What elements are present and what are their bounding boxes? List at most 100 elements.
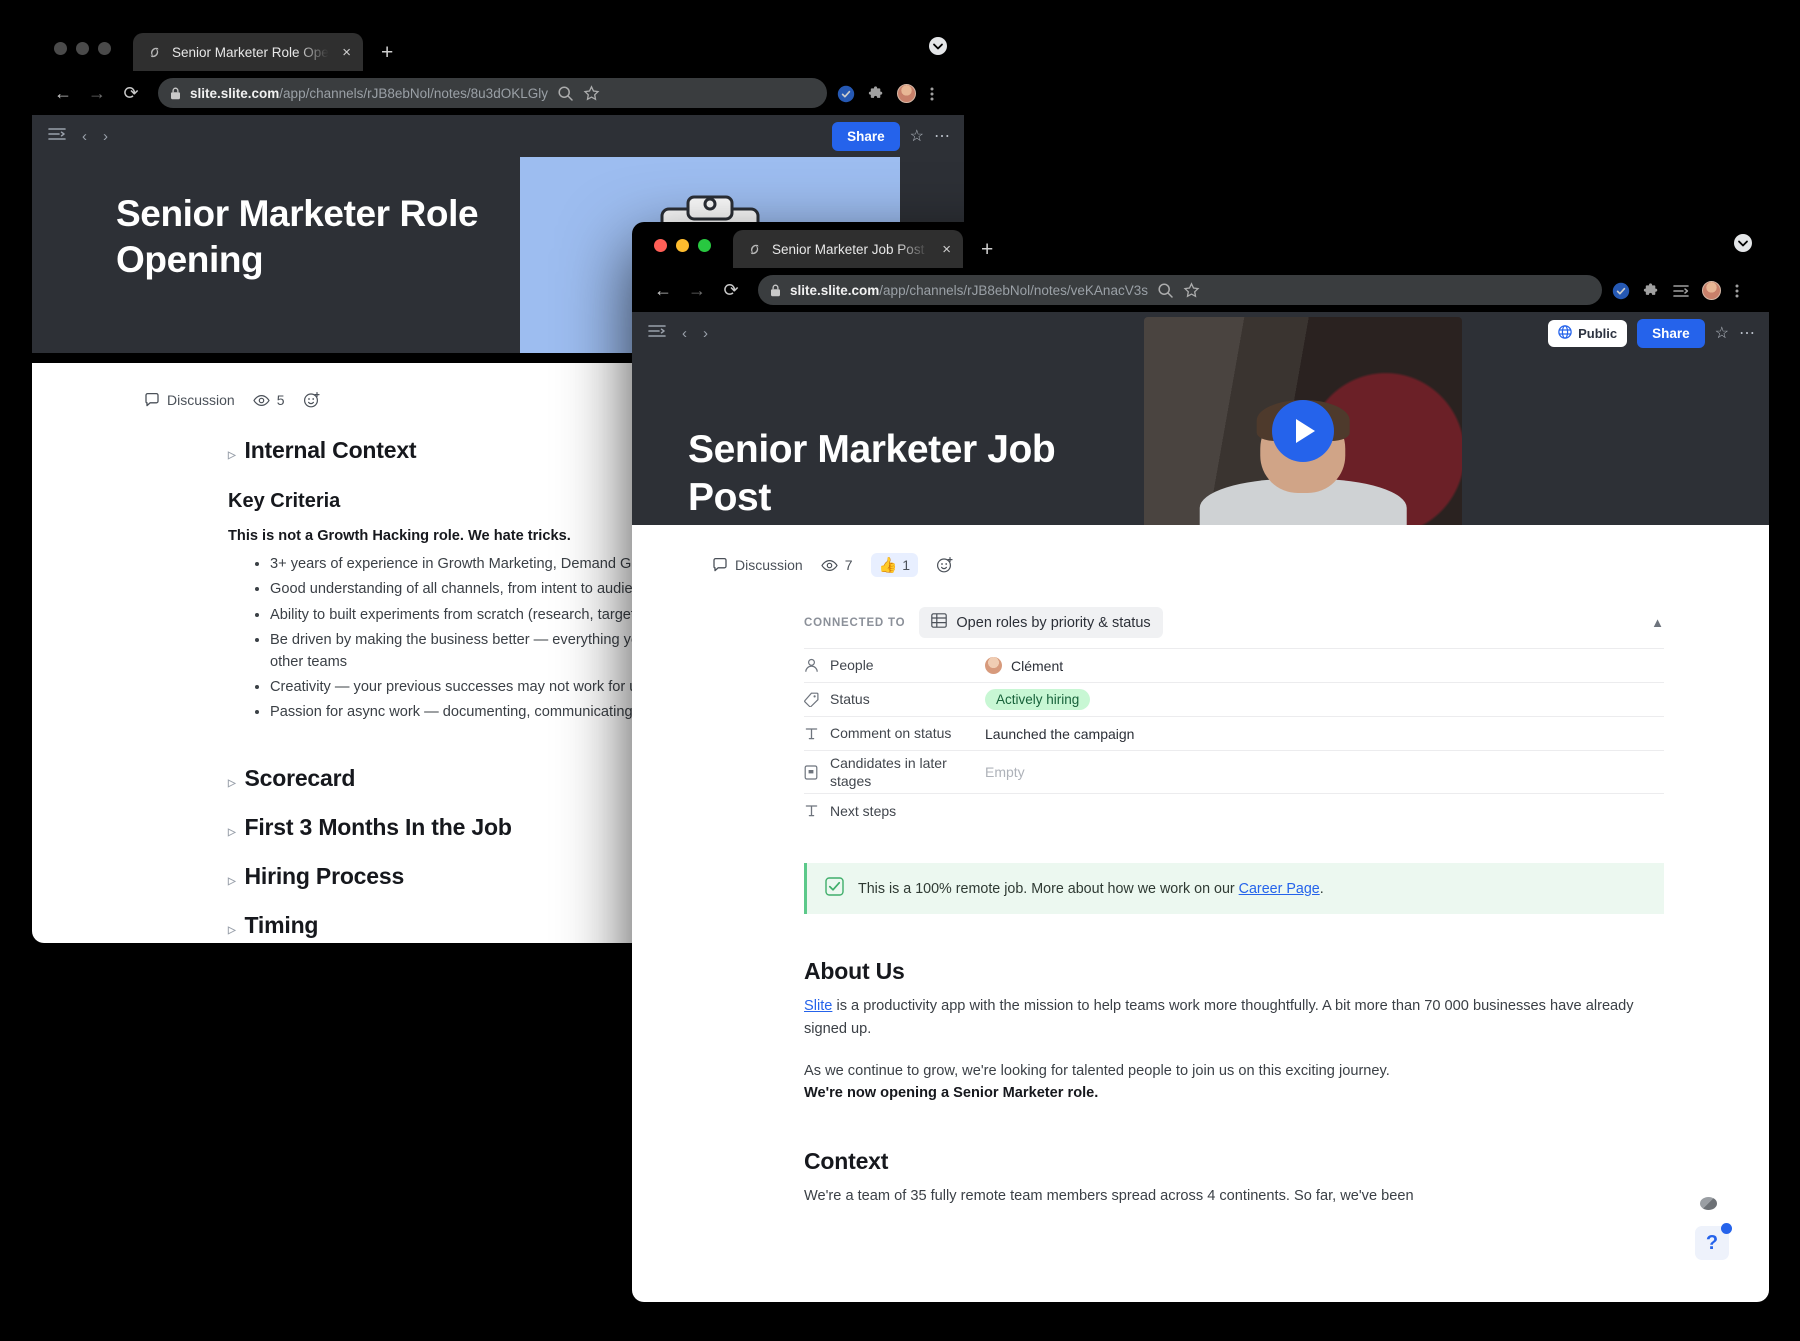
connected-to-chip[interactable]: Open roles by priority & status (919, 607, 1163, 638)
window-controls-back[interactable] (54, 25, 111, 71)
property-row-candidates-in-later-stages[interactable]: Candidates in later stages Empty (804, 750, 1664, 793)
add-reaction-icon (936, 557, 953, 573)
nav-forward-icon[interactable]: › (103, 128, 108, 145)
about-us-paragraph-2: As we continue to grow, we're looking fo… (804, 1060, 1664, 1104)
browser-tab[interactable]: Senior Marketer Job Post - Tal × (733, 230, 963, 268)
tab-list-menu-icon[interactable] (928, 36, 948, 61)
browser-window-front[interactable]: Senior Marketer Job Post - Tal × + ← → ⟳… (632, 222, 1769, 1302)
thumbs-up-reaction[interactable]: 👍 1 (870, 553, 918, 577)
share-button[interactable]: Share (1637, 318, 1705, 348)
public-badge[interactable]: Public (1548, 319, 1628, 347)
reload-button[interactable]: ⟳ (714, 281, 748, 299)
omnibox-icons-back (837, 83, 950, 103)
profile-avatar[interactable] (897, 83, 916, 103)
url-text: slite.slite.com/app/channels/rJB8ebNol/n… (190, 86, 548, 101)
doc-icon (804, 765, 830, 780)
nav-forward-icon[interactable]: › (703, 325, 708, 342)
maximize-window-dot[interactable] (698, 238, 711, 252)
eye-icon (253, 394, 270, 406)
section-heading-text: Internal Context (244, 437, 417, 463)
search-icon[interactable] (557, 85, 574, 102)
tab-list-menu-icon[interactable] (1733, 233, 1753, 258)
sidebar-toggle-icon[interactable] (48, 127, 66, 145)
bookmark-star-icon[interactable] (583, 84, 600, 102)
back-button[interactable]: ← (646, 281, 680, 299)
collapse-triangle-icon[interactable]: ▷ (228, 827, 236, 838)
collapse-triangle-icon[interactable]: ▷ (228, 450, 236, 461)
address-bar[interactable]: slite.slite.com/app/channels/rJB8ebNol/n… (758, 275, 1602, 305)
bookmark-star-icon[interactable] (1183, 281, 1200, 299)
avatar (985, 657, 1002, 674)
about-us-paragraph-1: Slite is a productivity app with the mis… (804, 995, 1664, 1039)
help-button[interactable]: ? (1695, 1223, 1732, 1260)
public-badge-label: Public (1578, 325, 1618, 341)
property-row-next-steps[interactable]: Next steps (804, 793, 1664, 827)
minimize-window-dot[interactable] (76, 41, 89, 55)
career-page-link[interactable]: Career Page (1239, 881, 1320, 897)
more-options-icon[interactable]: ⋯ (1739, 323, 1755, 343)
reaction-count: 1 (902, 557, 910, 573)
context-heading: Context (804, 1148, 889, 1175)
doc-title: Senior Marketer Role Opening (116, 193, 479, 281)
subsection-heading-text: Key Criteria (228, 490, 341, 512)
extensions-puzzle-icon[interactable] (867, 85, 884, 102)
nav-back-icon[interactable]: ‹ (82, 128, 87, 145)
extension-blue-icon[interactable] (837, 85, 855, 102)
discussion-button[interactable]: Discussion (712, 557, 803, 573)
close-tab-icon[interactable]: × (342, 45, 351, 60)
video-player[interactable] (1144, 317, 1462, 545)
extensions-puzzle-icon[interactable] (1642, 282, 1659, 299)
app-nav-back: ‹ › (48, 127, 108, 145)
close-tab-icon[interactable]: × (942, 242, 951, 257)
help-label: ? (1705, 1231, 1719, 1254)
new-tab-button[interactable]: + (981, 239, 993, 260)
close-window-dot[interactable] (654, 238, 667, 252)
chrome-menu-icon[interactable] (929, 85, 946, 102)
minimize-window-dot[interactable] (676, 238, 689, 252)
collapse-triangle-icon[interactable]: ▷ (228, 925, 236, 936)
browser-tab[interactable]: Senior Marketer Role Opening × (133, 33, 363, 71)
discussion-button[interactable]: Discussion (144, 392, 235, 408)
remote-job-callout: This is a 100% remote job. More about ho… (804, 863, 1664, 915)
play-button-icon[interactable] (1272, 400, 1334, 462)
favorite-star-icon[interactable]: ☆ (1715, 323, 1729, 343)
collapse-triangle-icon[interactable]: ▷ (228, 778, 236, 789)
tag-icon (804, 692, 830, 707)
play-triangle (1296, 419, 1315, 443)
address-bar[interactable]: slite.slite.com/app/channels/rJB8ebNol/n… (158, 78, 827, 108)
maximize-window-dot[interactable] (98, 41, 111, 55)
browser-chrome-back: Senior Marketer Role Opening × + ← → ⟳ s… (32, 25, 964, 115)
add-reaction-button[interactable] (936, 556, 954, 574)
favorite-star-icon[interactable]: ☆ (910, 126, 924, 146)
url-path: /app/channels/rJB8ebNol/notes/8u3dOKLGly (279, 85, 548, 101)
property-row-people[interactable]: People Clément (804, 648, 1664, 682)
reading-list-icon[interactable] (1672, 282, 1689, 299)
collapse-properties-icon[interactable]: ▲ (1651, 607, 1664, 630)
back-button[interactable]: ← (46, 84, 80, 102)
sidebar-toggle-icon[interactable] (648, 324, 666, 342)
doc-body-front: Discussion 7 👍 1 CONNECTED TO Open roles… (632, 525, 1769, 1302)
cookie-settings-icon[interactable] (1700, 1197, 1717, 1210)
property-key: Status (830, 691, 870, 708)
forward-button[interactable]: → (80, 84, 114, 102)
property-key: Comment on status (830, 725, 952, 742)
properties-table: People Clément Status Actively hiring Co… (804, 648, 1664, 827)
property-row-status[interactable]: Status Actively hiring (804, 682, 1664, 716)
more-options-icon[interactable]: ⋯ (934, 126, 950, 146)
reload-button[interactable]: ⟳ (114, 84, 148, 102)
collapse-triangle-icon[interactable]: ▷ (228, 876, 236, 887)
window-controls-front[interactable] (654, 222, 711, 268)
share-button[interactable]: Share (832, 121, 900, 151)
forward-button[interactable]: → (680, 281, 714, 299)
close-window-dot[interactable] (54, 41, 67, 55)
add-reaction-button[interactable] (303, 391, 321, 409)
section-heading-text: Timing (244, 912, 319, 939)
new-tab-button[interactable]: + (381, 42, 393, 63)
profile-avatar[interactable] (1702, 280, 1721, 300)
nav-back-icon[interactable]: ‹ (682, 325, 687, 342)
chrome-menu-icon[interactable] (1734, 282, 1751, 299)
extension-blue-icon[interactable] (1612, 282, 1630, 299)
slite-link[interactable]: Slite (804, 998, 832, 1014)
search-icon[interactable] (1157, 282, 1174, 299)
property-row-comment-on-status[interactable]: Comment on status Launched the campaign (804, 716, 1664, 750)
